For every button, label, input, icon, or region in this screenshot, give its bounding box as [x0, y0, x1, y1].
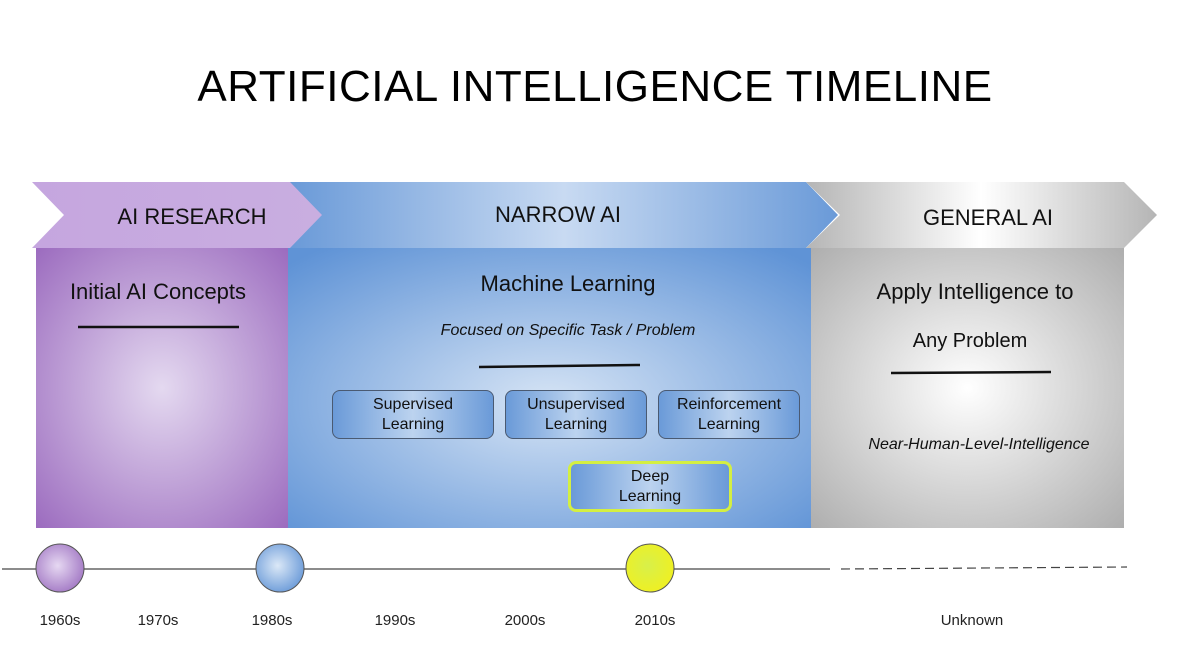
reinforcement-learning-line2: Learning	[697, 415, 761, 433]
year-label-1960s: 1960s	[39, 612, 81, 629]
ai-research-label: AI RESEARCH	[117, 204, 267, 229]
marker-1960s	[35, 543, 85, 593]
reinforcement-learning-box: Reinforcement Learning	[658, 390, 800, 439]
year-label-1990s: 1990s	[374, 612, 416, 629]
supervised-learning-line2: Learning	[381, 415, 445, 433]
unsupervised-learning-box: Unsupervised Learning	[505, 390, 647, 439]
timeline-future-dashed	[840, 566, 1128, 570]
marker-1980s	[255, 543, 305, 593]
ai-research-heading: Initial AI Concepts	[69, 279, 247, 304]
year-label-1970s: 1970s	[137, 612, 179, 629]
narrow-ai-label: NARROW AI	[495, 202, 621, 227]
general-ai-heading-line2: Any Problem	[912, 330, 1028, 352]
marker-2010s	[625, 543, 675, 593]
supervised-learning-line1: Supervised	[372, 395, 454, 413]
narrow-ai-subtitle: Focused on Specific Task / Problem	[440, 322, 696, 339]
supervised-learning-box: Supervised Learning	[332, 390, 494, 439]
unsupervised-learning-line1: Unsupervised	[527, 395, 625, 413]
narrow-ai-heading: Machine Learning	[480, 271, 656, 296]
general-ai-subtitle: Near-Human-Level-Intelligence	[868, 436, 1090, 453]
general-ai-heading-line1: Apply Intelligence to	[876, 279, 1074, 304]
year-label-1980s: 1980s	[251, 612, 293, 629]
deep-learning-box: Deep Learning	[568, 461, 732, 512]
year-label-2000s: 2000s	[504, 612, 546, 629]
deep-learning-line2: Learning	[618, 487, 682, 505]
unsupervised-learning-line2: Learning	[544, 415, 608, 433]
general-ai-label: GENERAL AI	[922, 205, 1053, 230]
general-ai-divider	[890, 370, 1052, 375]
reinforcement-learning-line1: Reinforcement	[676, 395, 782, 413]
deep-learning-line1: Deep	[630, 467, 670, 485]
year-label-unknown: Unknown	[940, 612, 1004, 629]
year-label-2010s: 2010s	[634, 612, 676, 629]
